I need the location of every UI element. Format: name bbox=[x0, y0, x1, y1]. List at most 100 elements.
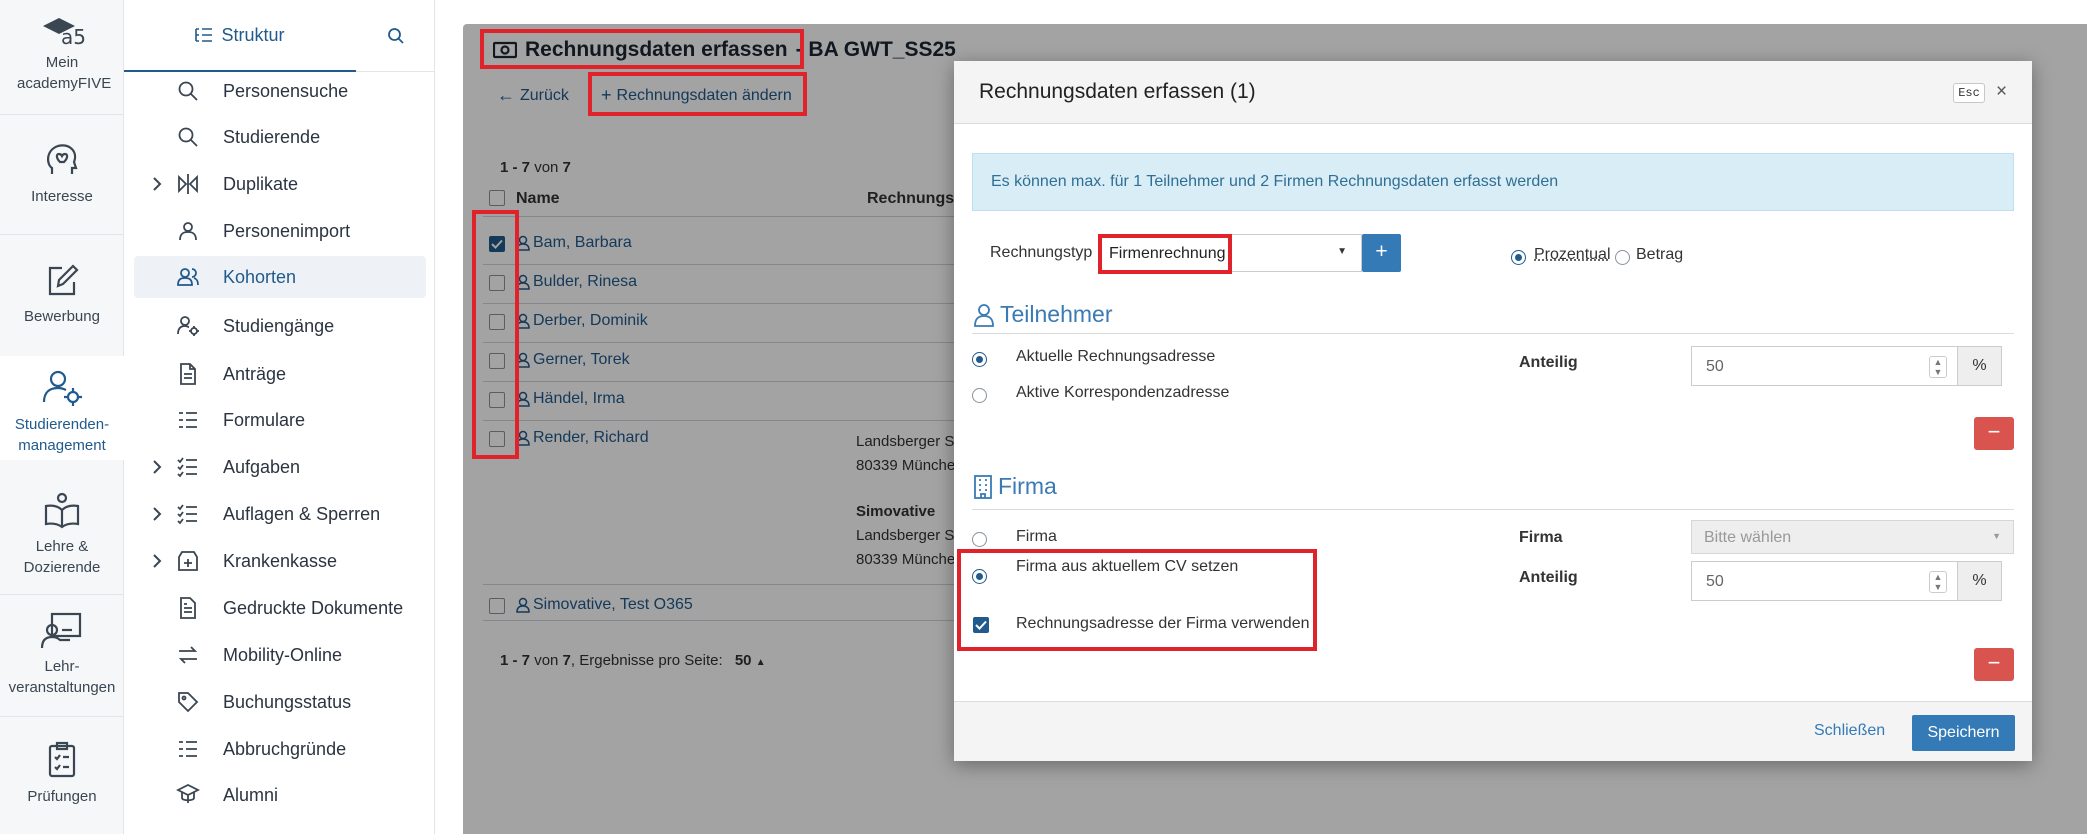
nav-item-studierende[interactable]: Studierende bbox=[134, 116, 426, 158]
spinner-icon[interactable]: ▲ ▼ bbox=[1929, 356, 1947, 378]
firma-anteilig-input[interactable]: 50 ▲ ▼ bbox=[1691, 561, 1958, 601]
add-button[interactable]: + bbox=[1362, 234, 1401, 272]
highlight-firma-options bbox=[957, 549, 1317, 651]
nav-item-label: Buchungsstatus bbox=[223, 691, 352, 712]
info-alert: Es können max. für 1 Teilnehmer und 2 Fi… bbox=[972, 153, 2014, 211]
user-icon bbox=[974, 303, 994, 327]
anteilig-label: Anteilig bbox=[1519, 354, 1578, 371]
nav-item-auflagen-sperren[interactable]: Auflagen & Sperren bbox=[134, 493, 426, 535]
close-button[interactable]: Schließen bbox=[1814, 722, 1885, 740]
rail-item-label: Mein academyFIVE bbox=[17, 54, 112, 92]
spinner-icon[interactable]: ▲ ▼ bbox=[1929, 571, 1947, 593]
nav-item-personenimport[interactable]: Personenimport bbox=[134, 210, 426, 252]
building-icon bbox=[974, 474, 992, 499]
chevron-right-icon[interactable] bbox=[152, 176, 162, 192]
clipboard-check-icon bbox=[48, 741, 76, 778]
firma-label: Firma bbox=[1519, 529, 1563, 546]
swap-icon bbox=[178, 646, 198, 664]
presentation-icon bbox=[40, 612, 82, 649]
nav-item-label: Aufgaben bbox=[223, 456, 301, 477]
nav-item-personensuche[interactable]: Personensuche bbox=[134, 70, 426, 112]
search-icon bbox=[178, 127, 198, 147]
highlight-rechnungstyp bbox=[1098, 234, 1232, 274]
rail-item-label: Prüfungen bbox=[27, 788, 97, 805]
invoice-modal: Rechnungsdaten erfassen (1) Esc × Es kön… bbox=[954, 61, 2032, 761]
nav-item-label: Formulare bbox=[223, 409, 306, 430]
radio-aktive-korrespondenzadresse[interactable] bbox=[972, 388, 987, 403]
highlight-change-button bbox=[588, 72, 807, 116]
academyfive-logo-icon: a5 bbox=[43, 18, 85, 46]
radio-firma-label: Firma bbox=[1016, 528, 1057, 545]
nav-item-kohorten[interactable]: Kohorten bbox=[134, 256, 426, 298]
nav-item-label: Duplikate bbox=[223, 173, 299, 194]
anteilig-value: 50 bbox=[1706, 358, 1724, 375]
users-gear-icon bbox=[42, 370, 82, 406]
nav-item-studiengänge[interactable]: Studiengänge bbox=[134, 305, 426, 347]
radio-betrag[interactable] bbox=[1615, 250, 1630, 265]
app-rail: a5 Mein academyFIVE Interesse Bewerbung … bbox=[0, 0, 124, 834]
tree-list-icon bbox=[195, 28, 213, 42]
close-icon[interactable]: × bbox=[1996, 81, 2007, 103]
nav-item-anträge[interactable]: Anträge bbox=[134, 353, 426, 395]
teilnehmer-anteilig-input[interactable]: 50 ▲ ▼ bbox=[1691, 346, 1958, 386]
section-firma-title: Firma bbox=[998, 473, 1057, 499]
chevron-right-icon[interactable] bbox=[152, 506, 162, 522]
nav-item-formulare[interactable]: Formulare bbox=[134, 399, 426, 441]
tab-struktur[interactable]: Struktur bbox=[124, 0, 356, 72]
rail-item-lehre[interactable]: Lehre & Dozierende bbox=[0, 490, 124, 588]
rail-item-interesse[interactable]: Interesse bbox=[0, 140, 124, 230]
search-icon bbox=[387, 28, 404, 44]
nav-item-label: Gedruckte Dokumente bbox=[223, 597, 404, 618]
nav-item-label: Studierende bbox=[223, 126, 321, 147]
rail-item-label: Bewerbung bbox=[24, 308, 100, 325]
rail-item-label: Lehre & Dozierende bbox=[23, 538, 101, 576]
nav-item-gedruckte-dokumente[interactable]: Gedruckte Dokumente bbox=[134, 587, 426, 629]
modal-header: Rechnungsdaten erfassen (1) Esc × bbox=[954, 61, 2032, 124]
rail-item-mein-academyfive[interactable]: a5 Mein academyFIVE bbox=[0, 12, 124, 110]
nav-item-alumni[interactable]: Alumni bbox=[134, 774, 426, 816]
highlight-page-title bbox=[480, 29, 804, 69]
nav-item-aufgaben[interactable]: Aufgaben bbox=[134, 446, 426, 488]
list-icon bbox=[179, 412, 197, 428]
radio-firma[interactable] bbox=[972, 532, 987, 547]
nav-tabs: Struktur bbox=[124, 0, 435, 72]
rail-item-bewerbung[interactable]: Bewerbung bbox=[0, 260, 124, 350]
percent-addon: % bbox=[1958, 561, 2002, 601]
divider bbox=[972, 509, 2014, 510]
save-button[interactable]: Speichern bbox=[1912, 715, 2015, 751]
rail-item-pruefungen[interactable]: Prüfungen bbox=[0, 740, 124, 824]
search-icon bbox=[178, 81, 198, 101]
anteilig-value: 50 bbox=[1706, 573, 1724, 590]
radio-prozentual[interactable] bbox=[1511, 250, 1526, 265]
radio-prozentual-label: Prozentual bbox=[1534, 246, 1611, 263]
compare-icon bbox=[178, 174, 198, 194]
radio-aktuelle-rechnungsadresse-label: Aktuelle Rechnungsadresse bbox=[1016, 348, 1216, 365]
navigation-panel: Struktur Personensuche Studierende Duplika… bbox=[124, 0, 435, 834]
nav-item-label: Auflagen & Sperren bbox=[223, 503, 381, 524]
nav-item-label: Personensuche bbox=[223, 80, 349, 101]
nav-item-buchungsstatus[interactable]: Buchungsstatus bbox=[134, 681, 426, 723]
chevron-right-icon[interactable] bbox=[152, 553, 162, 569]
remove-firma-button[interactable]: − bbox=[1974, 648, 2014, 681]
edit-icon bbox=[48, 264, 79, 296]
person-gear-icon bbox=[177, 316, 199, 336]
highlight-checkbox-column bbox=[472, 210, 519, 459]
nav-item-duplikate[interactable]: Duplikate bbox=[134, 163, 426, 205]
divider bbox=[972, 333, 2014, 334]
firma-select[interactable]: Bitte wählen ▼ bbox=[1691, 520, 2014, 554]
tab-search[interactable] bbox=[356, 0, 435, 72]
rail-item-lehrveranstaltungen[interactable]: Lehr-veranstaltungen bbox=[0, 610, 124, 708]
chevron-right-icon[interactable] bbox=[152, 459, 162, 475]
nav-item-label: Studiengänge bbox=[223, 315, 335, 336]
percent-addon: % bbox=[1958, 346, 2002, 386]
nav-item-krankenkasse[interactable]: Krankenkasse bbox=[134, 540, 426, 582]
esc-key-hint: Esc bbox=[1953, 83, 1985, 103]
radio-aktive-korrespondenzadresse-label: Aktive Korrespondenzadresse bbox=[1016, 384, 1230, 401]
caret-down-icon: ▼ bbox=[1992, 531, 2001, 541]
remove-teilnehmer-button[interactable]: − bbox=[1974, 417, 2014, 450]
person-import-icon bbox=[179, 222, 197, 241]
radio-aktuelle-rechnungsadresse[interactable] bbox=[972, 352, 987, 367]
nav-item-abbruchgründe[interactable]: Abbruchgründe bbox=[134, 728, 426, 770]
rail-item-studierendenmanagement[interactable]: Studierenden-management bbox=[0, 356, 124, 460]
nav-item-mobility-online[interactable]: Mobility-Online bbox=[134, 634, 426, 676]
